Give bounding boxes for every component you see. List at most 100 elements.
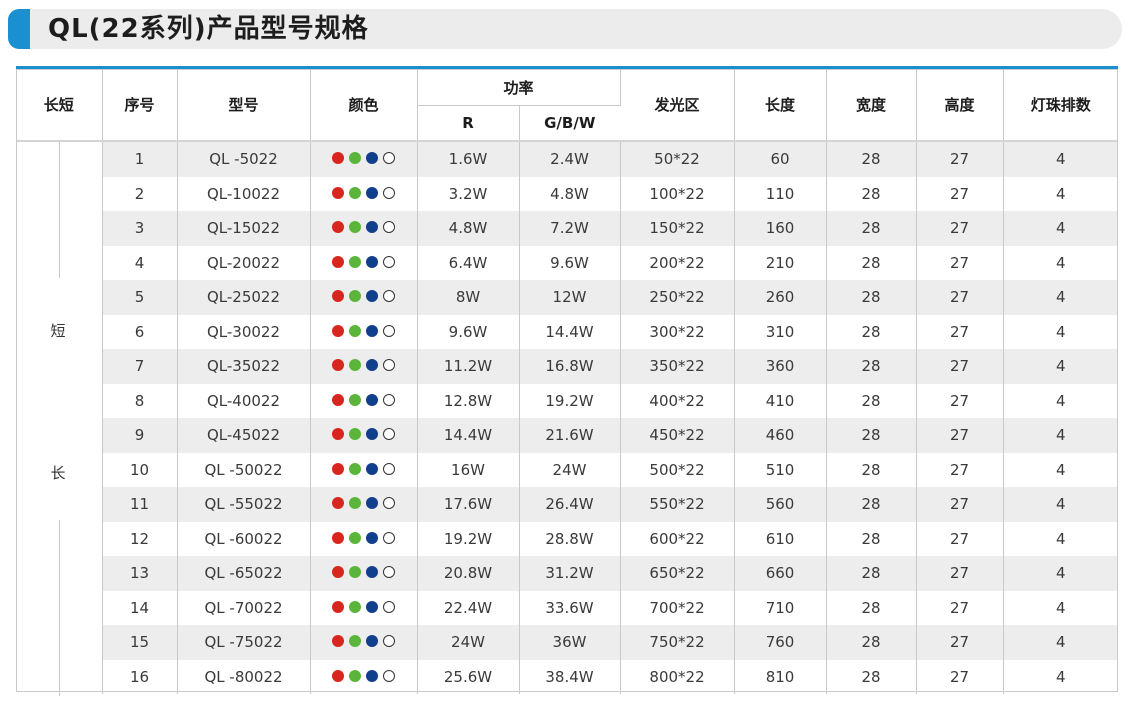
power-gbw-cell: 28.8W	[519, 521, 621, 556]
red-dot-icon	[332, 324, 344, 337]
width-cell: 28	[826, 452, 917, 487]
color-dots	[332, 221, 395, 234]
power-gbw-cell: 14.4W	[519, 314, 621, 349]
red-dot-icon	[332, 186, 344, 199]
width-cell: 28	[826, 556, 917, 591]
emitting-area-cell: 600*22	[620, 521, 735, 556]
power-gbw-cell: 16.8W	[519, 349, 621, 384]
emitting-area-cell: 150*22	[620, 211, 735, 246]
table-row: 3 QL-15022 4.8W 7.2W 150*22 160 28 27 4	[16, 211, 1119, 246]
color-cell	[310, 383, 418, 418]
length-cell: 660	[734, 556, 827, 591]
color-cell	[310, 418, 418, 453]
emitting-area-cell: 550*22	[620, 487, 735, 522]
power-r-cell: 16W	[417, 452, 520, 487]
blue-dot-icon	[366, 635, 378, 648]
model-cell: QL-30022	[177, 314, 311, 349]
green-dot-icon	[349, 428, 361, 441]
table-row: 13 QL -65022 20.8W 31.2W 650*22 660 28 27 4	[16, 556, 1119, 591]
white-dot-icon	[383, 152, 395, 165]
index-cell: 9	[102, 418, 178, 453]
length-cell: 710	[734, 590, 827, 625]
power-gbw-cell: 19.2W	[519, 383, 621, 418]
color-dots	[332, 152, 395, 165]
led-rows-cell: 4	[1003, 487, 1119, 522]
green-dot-icon	[349, 290, 361, 303]
blue-dot-icon	[366, 497, 378, 510]
height-cell: 27	[916, 487, 1004, 522]
header-power-r: R	[417, 105, 520, 141]
power-r-cell: 24W	[417, 625, 520, 660]
width-cell: 28	[826, 245, 917, 280]
red-dot-icon	[332, 462, 344, 475]
width-cell: 28	[826, 590, 917, 625]
group-divider-top	[59, 142, 60, 278]
model-cell: QL-45022	[177, 418, 311, 453]
power-r-cell: 11.2W	[417, 349, 520, 384]
height-cell: 27	[916, 659, 1004, 694]
index-cell: 2	[102, 176, 178, 211]
index-cell: 12	[102, 521, 178, 556]
blue-dot-icon	[366, 255, 378, 268]
emitting-area-cell: 200*22	[620, 245, 735, 280]
width-cell: 28	[826, 521, 917, 556]
blue-dot-icon	[366, 669, 378, 682]
blue-dot-icon	[366, 186, 378, 199]
header-power-gbw: G/B/W	[519, 105, 621, 141]
power-r-cell: 9.6W	[417, 314, 520, 349]
red-dot-icon	[332, 600, 344, 613]
white-dot-icon	[383, 669, 395, 682]
color-dots	[332, 600, 395, 613]
spec-table-container: 长短 序号 型号 颜色 功率 发光区 长度 宽度 高度 灯珠排数 R G/B/W…	[16, 66, 1119, 696]
index-cell: 4	[102, 245, 178, 280]
white-dot-icon	[383, 290, 395, 303]
length-cell: 110	[734, 176, 827, 211]
color-cell	[310, 211, 418, 246]
length-cell: 360	[734, 349, 827, 384]
spec-table-body: 短长 1 QL -5022 1.6W 2.4W 50*22 60 28 27 4 2 QL-10022…	[16, 140, 1119, 696]
header-color: 颜色	[310, 69, 418, 141]
white-dot-icon	[383, 428, 395, 441]
led-rows-cell: 4	[1003, 590, 1119, 625]
red-dot-icon	[332, 428, 344, 441]
blue-dot-icon	[366, 462, 378, 475]
led-rows-cell: 4	[1003, 349, 1119, 384]
table-row: 8 QL-40022 12.8W 19.2W 400*22 410 28 27 4	[16, 383, 1119, 418]
color-dots	[332, 635, 395, 648]
height-cell: 27	[916, 383, 1004, 418]
width-cell: 28	[826, 659, 917, 694]
color-dots	[332, 255, 395, 268]
width-cell: 28	[826, 314, 917, 349]
emitting-area-cell: 100*22	[620, 176, 735, 211]
header-led-rows: 灯珠排数	[1003, 69, 1119, 141]
height-cell: 27	[916, 280, 1004, 315]
width-cell: 28	[826, 487, 917, 522]
led-rows-cell: 4	[1003, 280, 1119, 315]
model-cell: QL -80022	[177, 659, 311, 694]
led-rows-cell: 4	[1003, 245, 1119, 280]
table-row: 11 QL -55022 17.6W 26.4W 550*22 560 28 27 4	[16, 487, 1119, 522]
power-r-cell: 17.6W	[417, 487, 520, 522]
power-r-cell: 12.8W	[417, 383, 520, 418]
red-dot-icon	[332, 566, 344, 579]
power-gbw-cell: 7.2W	[519, 211, 621, 246]
model-cell: QL-35022	[177, 349, 311, 384]
length-cell: 610	[734, 521, 827, 556]
model-cell: QL-15022	[177, 211, 311, 246]
length-cell: 560	[734, 487, 827, 522]
power-r-cell: 4.8W	[417, 211, 520, 246]
model-cell: QL -75022	[177, 625, 311, 660]
length-cell: 760	[734, 625, 827, 660]
emitting-area-cell: 250*22	[620, 280, 735, 315]
color-dots	[332, 669, 395, 682]
blue-dot-icon	[366, 324, 378, 337]
white-dot-icon	[383, 221, 395, 234]
color-cell	[310, 487, 418, 522]
model-cell: QL -65022	[177, 556, 311, 591]
blue-dot-icon	[366, 359, 378, 372]
index-cell: 7	[102, 349, 178, 384]
length-cell: 810	[734, 659, 827, 694]
table-row: 12 QL -60022 19.2W 28.8W 600*22 610 28 27 4	[16, 521, 1119, 556]
blue-dot-icon	[366, 428, 378, 441]
table-row: 2 QL-10022 3.2W 4.8W 100*22 110 28 27 4	[16, 176, 1119, 211]
